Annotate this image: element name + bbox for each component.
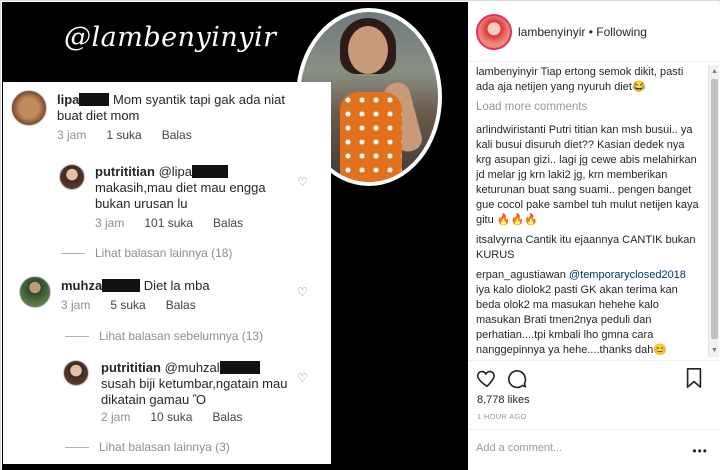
heart-icon[interactable]: ♡ <box>297 372 309 384</box>
avatar <box>63 360 89 386</box>
post-timestamp: 1 HOUR AGO <box>477 412 527 421</box>
heart-icon[interactable]: ♡ <box>297 286 309 298</box>
avatar <box>11 90 47 126</box>
avatar[interactable] <box>476 14 512 50</box>
comment-icon[interactable] <box>506 367 528 389</box>
comments-list[interactable]: lambenyinyir Tiap ertong semok dikit, pa… <box>468 65 708 357</box>
follow-status[interactable]: Following <box>596 25 647 39</box>
comment-text: putrititian @lipa makasih,mau diet mau en… <box>95 164 266 211</box>
comment-username[interactable]: arlindwiristanti <box>476 124 546 136</box>
instagram-post-frame: @lambenyinyir lipa Mom syantik tapi gak … <box>0 0 720 470</box>
add-comment-bar: ••• <box>468 429 720 470</box>
comment-meta: 3 jam 101 suka Balas <box>95 216 244 230</box>
view-previous-replies[interactable]: Lihat balasan sebelumnya (13) <box>65 329 263 343</box>
load-more-comments[interactable]: Load more comments <box>468 100 708 115</box>
avatar <box>59 164 85 190</box>
avatar <box>19 276 51 308</box>
heart-icon[interactable] <box>476 367 498 389</box>
more-options-icon[interactable]: ••• <box>692 444 708 458</box>
view-more-replies[interactable]: Lihat balasan lainnya (18) <box>61 246 232 260</box>
comment-meta: 3 jam 1 suka Balas <box>57 128 192 142</box>
comment-text: muhza Diet la mba <box>61 278 210 293</box>
caption-username[interactable]: lambenyinyir <box>476 66 538 78</box>
comment-username[interactable]: itsalvyrna <box>476 234 522 246</box>
scrollbar-thumb[interactable] <box>711 79 718 339</box>
likes-count[interactable]: 8,778 likes <box>477 394 530 406</box>
list-item: arlindwiristanti Putri titian kan msh bu… <box>476 124 699 226</box>
view-more-replies[interactable]: Lihat balasan lainnya (3) <box>65 440 230 454</box>
caption: lambenyinyir Tiap ertong semok dikit, pa… <box>476 66 684 93</box>
comment-screenshot: lipa Mom syantik tapi gak ada niat buat … <box>3 82 331 464</box>
scroll-down-icon[interactable]: ▼ <box>710 346 719 355</box>
list-item: itsalvyrna Cantik itu ejaannya CANTIK bu… <box>476 234 696 261</box>
heart-icon[interactable]: ♡ <box>297 176 309 188</box>
comment-username[interactable]: erpan_agustiawan <box>476 269 566 281</box>
scrollbar[interactable]: ▲ ▼ <box>708 65 719 357</box>
watermark-text: @lambenyinyir <box>64 22 277 53</box>
post-header: lambenyinyir • Following <box>468 2 720 62</box>
comment-text: lipa Mom syantik tapi gak ada niat buat … <box>57 92 286 123</box>
comment-meta: 2 jam 10 suka Balas <box>101 410 243 424</box>
mention-link[interactable]: @temporaryclosed2018 <box>569 269 686 281</box>
post-image: @lambenyinyir lipa Mom syantik tapi gak … <box>2 2 468 470</box>
list-item: erpan_agustiawan @temporaryclosed2018 iy… <box>476 269 686 356</box>
post-actions <box>468 360 720 390</box>
comment-meta: 3 jam 5 suka Balas <box>61 298 196 312</box>
comment-text: putrititian @muhzal susah biji ketumbar,… <box>101 360 288 407</box>
separator: • <box>585 25 597 39</box>
username-link[interactable]: lambenyinyir <box>518 25 585 39</box>
post-sidebar: lambenyinyir • Following lambenyinyir Ti… <box>468 2 720 470</box>
bookmark-icon[interactable] <box>684 367 704 389</box>
comment-input[interactable] <box>476 442 676 454</box>
scroll-up-icon[interactable]: ▲ <box>710 67 719 76</box>
header-username: lambenyinyir • Following <box>518 25 647 39</box>
